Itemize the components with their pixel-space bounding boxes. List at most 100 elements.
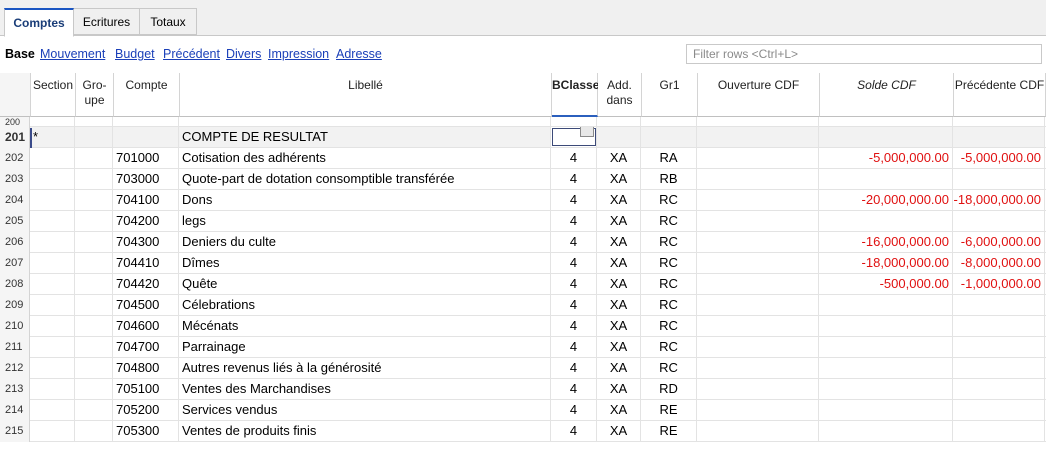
- table-row[interactable]: 703000 Quote-part de dotation consomptibl…: [30, 169, 1046, 190]
- cell-groupe[interactable]: [75, 358, 113, 378]
- cell-compte[interactable]: 704410: [113, 253, 179, 273]
- cell-precedente[interactable]: [953, 400, 1045, 420]
- cell-precedente[interactable]: [953, 169, 1045, 189]
- cell-gr1[interactable]: RB: [641, 169, 697, 189]
- cell-precedente[interactable]: [953, 295, 1045, 315]
- table-row[interactable]: 704700 Parrainage 4 XA RC: [30, 337, 1046, 358]
- cell-add[interactable]: XA: [597, 295, 641, 315]
- cell-gr1[interactable]: RC: [641, 232, 697, 252]
- cell-solde[interactable]: [819, 127, 953, 147]
- cell-ouverture[interactable]: [697, 211, 819, 231]
- cell-compte[interactable]: 704700: [113, 337, 179, 357]
- table-row[interactable]: 705100 Ventes des Marchandises 4 XA RD: [30, 379, 1046, 400]
- cell-gr1[interactable]: RC: [641, 274, 697, 294]
- cell-add[interactable]: XA: [597, 148, 641, 168]
- table-row[interactable]: 704100 Dons 4 XA RC -20,000,000.00 -18,000,000…: [30, 190, 1046, 211]
- table-row[interactable]: 704410 Dîmes 4 XA RC -18,000,000.00 -8,000,00…: [30, 253, 1046, 274]
- cell-gr1[interactable]: [641, 127, 697, 147]
- cell-gr1[interactable]: RE: [641, 400, 697, 420]
- cell-ouverture[interactable]: [697, 358, 819, 378]
- cell-add[interactable]: XA: [597, 421, 641, 441]
- table-row[interactable]: 704500 Célebrations 4 XA RC: [30, 295, 1046, 316]
- cell-compte[interactable]: 705100: [113, 379, 179, 399]
- cell-groupe[interactable]: [75, 211, 113, 231]
- cell-solde[interactable]: [819, 421, 953, 441]
- table-row[interactable]: 705300 Ventes de produits finis 4 XA RE: [30, 421, 1046, 442]
- cell-libelle[interactable]: Quête: [179, 274, 551, 294]
- list-picker-icon[interactable]: [580, 127, 594, 137]
- cell-precedente[interactable]: -8,000,000.00: [953, 253, 1045, 273]
- cell-solde[interactable]: [819, 295, 953, 315]
- header-bclasse[interactable]: BClasse: [552, 73, 599, 117]
- cell-ouverture[interactable]: [697, 379, 819, 399]
- header-add-dans[interactable]: Add. dans: [598, 73, 642, 117]
- cell-section[interactable]: [30, 169, 75, 189]
- cell-groupe[interactable]: [75, 253, 113, 273]
- table-row[interactable]: 701000 Cotisation des adhérents 4 XA RA -5,00…: [30, 148, 1046, 169]
- cell-libelle[interactable]: Dons: [179, 190, 551, 210]
- header-gr1[interactable]: Gr1: [642, 73, 698, 117]
- cell-libelle[interactable]: Ventes des Marchandises: [179, 379, 551, 399]
- cell-solde[interactable]: [819, 211, 953, 231]
- cell-libelle[interactable]: Célebrations: [179, 295, 551, 315]
- cell-bclasse[interactable]: 4: [551, 295, 597, 315]
- cell-groupe[interactable]: [75, 400, 113, 420]
- cell-groupe[interactable]: [75, 337, 113, 357]
- cell-ouverture[interactable]: [697, 400, 819, 420]
- cell-gr1[interactable]: RC: [641, 211, 697, 231]
- cell-compte[interactable]: 704100: [113, 190, 179, 210]
- cell-precedente[interactable]: [953, 358, 1045, 378]
- cell-groupe[interactable]: [75, 232, 113, 252]
- cell-bclasse[interactable]: 4: [551, 211, 597, 231]
- header-ouverture-cdf[interactable]: Ouverture CDF: [698, 73, 820, 117]
- cell-section[interactable]: [30, 190, 75, 210]
- cell-libelle[interactable]: Parrainage: [179, 337, 551, 357]
- table-row[interactable]: 704300 Deniers du culte 4 XA RC -16,000,000.0…: [30, 232, 1046, 253]
- cell-add[interactable]: XA: [597, 232, 641, 252]
- cell-libelle[interactable]: COMPTE DE RESULTAT: [179, 127, 551, 147]
- cell-solde[interactable]: [819, 337, 953, 357]
- cell-ouverture[interactable]: [697, 169, 819, 189]
- cell-section[interactable]: [30, 148, 75, 168]
- cell-gr1[interactable]: RD: [641, 379, 697, 399]
- cell-groupe[interactable]: [75, 274, 113, 294]
- tab-totaux[interactable]: Totaux: [139, 8, 197, 35]
- cell-groupe[interactable]: [75, 421, 113, 441]
- cell-precedente[interactable]: -5,000,000.00: [953, 148, 1045, 168]
- header-libelle[interactable]: Libellé: [180, 73, 552, 117]
- cell-bclasse[interactable]: 4: [551, 358, 597, 378]
- cell-libelle[interactable]: Cotisation des adhérents: [179, 148, 551, 168]
- cell-bclasse[interactable]: 4: [551, 190, 597, 210]
- view-base[interactable]: Base: [5, 47, 35, 61]
- view-adresse[interactable]: Adresse: [336, 47, 382, 61]
- header-solde-cdf[interactable]: Solde CDF: [820, 73, 954, 117]
- view-impression[interactable]: Impression: [268, 47, 329, 61]
- cell-add[interactable]: XA: [597, 274, 641, 294]
- filter-rows-input[interactable]: [686, 44, 1042, 64]
- cell-gr1[interactable]: RE: [641, 421, 697, 441]
- header-precedente-cdf[interactable]: Précédente CDF: [954, 73, 1046, 117]
- cell-bclasse[interactable]: 4: [551, 316, 597, 336]
- cell-compte[interactable]: 704300: [113, 232, 179, 252]
- cell-precedente[interactable]: -18,000,000.00: [953, 190, 1045, 210]
- cell-bclasse[interactable]: 4: [551, 421, 597, 441]
- header-section[interactable]: Section: [31, 73, 76, 117]
- cell-compte[interactable]: 704600: [113, 316, 179, 336]
- cell-bclasse[interactable]: 4: [551, 274, 597, 294]
- table-row[interactable]: 704420 Quête 4 XA RC -500,000.00 -1,000,000.00: [30, 274, 1046, 295]
- cell-compte[interactable]: [113, 127, 179, 147]
- cell-section[interactable]: [30, 379, 75, 399]
- cell-libelle[interactable]: Deniers du culte: [179, 232, 551, 252]
- cell-precedente[interactable]: [953, 211, 1045, 231]
- cell-bclasse[interactable]: 4: [551, 400, 597, 420]
- cell-gr1[interactable]: RA: [641, 148, 697, 168]
- cell-compte[interactable]: 704200: [113, 211, 179, 231]
- cell-section[interactable]: [30, 211, 75, 231]
- cell-compte[interactable]: 705300: [113, 421, 179, 441]
- cell-groupe[interactable]: [75, 316, 113, 336]
- cell-section[interactable]: [30, 337, 75, 357]
- cell-solde[interactable]: -5,000,000.00: [819, 148, 953, 168]
- cell-compte[interactable]: 704500: [113, 295, 179, 315]
- cell-groupe[interactable]: [75, 379, 113, 399]
- cell-section[interactable]: [30, 421, 75, 441]
